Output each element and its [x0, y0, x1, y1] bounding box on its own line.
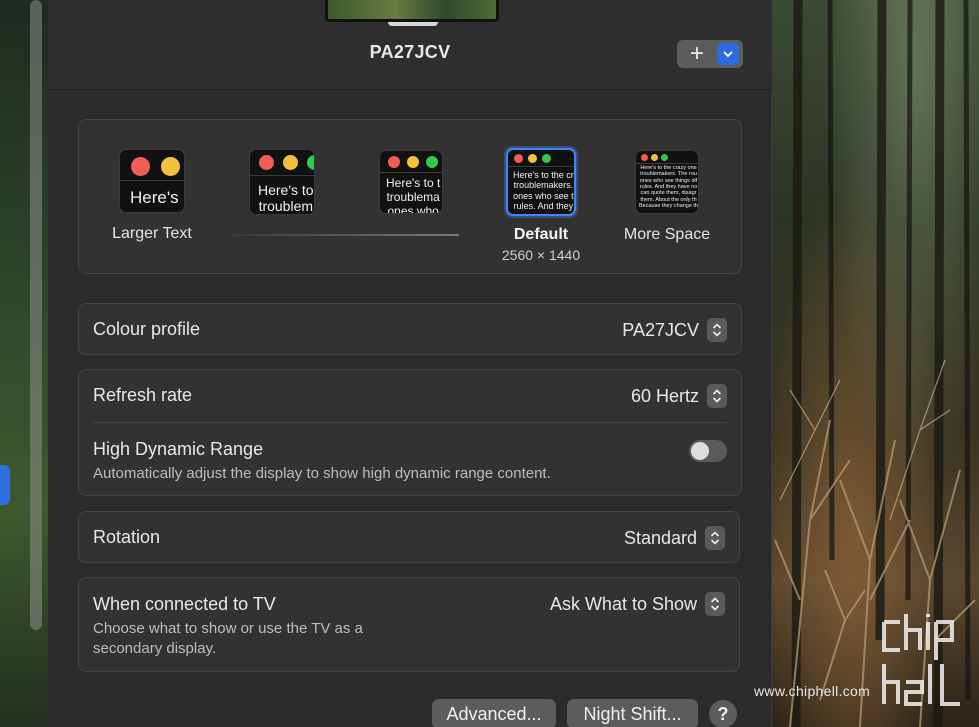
- refresh-rate-value: 60 Hertz: [630, 385, 699, 406]
- toggle-knob: [691, 442, 709, 460]
- resolution-thumbnail-selected: Here's to the cr troublemakers. ones who…: [506, 148, 576, 216]
- resolution-thumbnail: Here's to troublem: [249, 149, 315, 215]
- tv-popup[interactable]: Ask What to Show: [550, 592, 725, 616]
- help-button[interactable]: ?: [709, 700, 737, 727]
- monitor-thumbnail[interactable]: [325, 0, 499, 22]
- monitor-stand: [388, 22, 438, 26]
- colour-profile-label: Colour profile: [93, 319, 201, 339]
- rotation-value: Standard: [623, 527, 697, 548]
- red-dot-icon: [131, 157, 150, 176]
- refresh-rate-popup[interactable]: 60 Hertz: [631, 384, 727, 408]
- tv-description: Choose what to show or use the TV as a s…: [93, 620, 363, 658]
- resolution-option-default[interactable]: Here's to the cr troublemakers. ones who…: [497, 148, 585, 263]
- sidebar-selection-accent: [0, 465, 10, 505]
- refresh-rate-label: Refresh rate: [93, 385, 193, 405]
- hdr-description: Automatically adjust the display to show…: [93, 465, 551, 482]
- sample-text: Here's to t troublema ones who: [386, 176, 441, 214]
- green-dot-icon: [542, 154, 551, 163]
- displays-settings-window: PA27JCV + Here's Larger Text Here's to t…: [48, 0, 772, 727]
- up-down-chevron-icon: [707, 318, 727, 342]
- yellow-dot-icon: [528, 154, 537, 163]
- display-header: PA27JCV +: [48, 0, 772, 90]
- resolution-label: More Space: [623, 226, 711, 243]
- up-down-chevron-icon: [707, 384, 727, 408]
- chevron-down-icon[interactable]: [717, 43, 739, 65]
- red-dot-icon: [641, 154, 648, 161]
- resolution-panel: Here's Larger Text Here's to troublem He…: [78, 119, 742, 274]
- colour-profile-value: PA27JCV: [622, 319, 699, 340]
- rotation-popup[interactable]: Standard: [624, 526, 725, 550]
- hdr-label: High Dynamic Range: [93, 439, 264, 459]
- tv-panel: When connected to TV Choose what to show…: [78, 577, 740, 672]
- sidebar-scrollbar[interactable]: [30, 0, 42, 630]
- green-dot-icon: [661, 154, 668, 161]
- sample-text: Here's to the cr troublemakers. ones who…: [513, 170, 574, 212]
- hdr-toggle[interactable]: [689, 440, 727, 462]
- yellow-dot-icon: [161, 157, 180, 176]
- green-dot-icon: [426, 156, 438, 168]
- resolution-dimensions: 2560 × 1440: [501, 247, 581, 263]
- resolution-slider-track: [231, 234, 459, 236]
- resolution-option-3[interactable]: Here's to t troublema ones who: [379, 150, 443, 214]
- rotation-panel: Rotation Standard: [78, 511, 740, 563]
- rotation-label: Rotation: [93, 527, 161, 547]
- yellow-dot-icon: [651, 154, 658, 161]
- watermark-logo-icon: [880, 612, 966, 717]
- sample-text: Here's to troublem: [258, 182, 314, 215]
- green-dot-icon: [307, 155, 314, 170]
- sample-text: Here's to the crazy one troublemakers. T…: [639, 165, 699, 209]
- colour-profile-popup[interactable]: PA27JCV: [622, 318, 727, 342]
- red-dot-icon: [259, 155, 274, 170]
- advanced-button[interactable]: Advanced...: [432, 699, 556, 727]
- resolution-label: Default: [513, 226, 569, 243]
- display-name: PA27JCV: [369, 42, 451, 62]
- up-down-chevron-icon: [705, 526, 725, 550]
- add-display-control[interactable]: +: [677, 40, 743, 68]
- tv-label: When connected to TV: [93, 594, 276, 614]
- resolution-label: Larger Text: [112, 225, 192, 242]
- yellow-dot-icon: [407, 156, 419, 168]
- up-down-chevron-icon: [705, 592, 725, 616]
- tv-value: Ask What to Show: [549, 593, 697, 614]
- yellow-dot-icon: [283, 155, 298, 170]
- refresh-hdr-panel: Refresh rate 60 Hertz High Dynamic Range…: [78, 369, 742, 496]
- resolution-thumbnail: Here's: [119, 149, 185, 213]
- resolution-option-2[interactable]: Here's to troublem: [249, 149, 315, 215]
- resolution-option-more-space[interactable]: Here's to the crazy one troublemakers. T…: [617, 150, 717, 244]
- resolution-option-larger-text[interactable]: Here's Larger Text: [101, 149, 203, 243]
- red-dot-icon: [388, 156, 400, 168]
- sample-text: Here's: [130, 188, 179, 207]
- colour-profile-panel: Colour profile PA27JCV: [78, 303, 742, 355]
- watermark-url: www.chiphell.com: [754, 683, 871, 699]
- red-dot-icon: [514, 154, 523, 163]
- resolution-thumbnail: Here's to the crazy one troublemakers. T…: [635, 150, 699, 214]
- night-shift-button[interactable]: Night Shift...: [567, 699, 698, 727]
- resolution-thumbnail: Here's to t troublema ones who: [379, 150, 443, 214]
- plus-icon[interactable]: +: [677, 40, 717, 68]
